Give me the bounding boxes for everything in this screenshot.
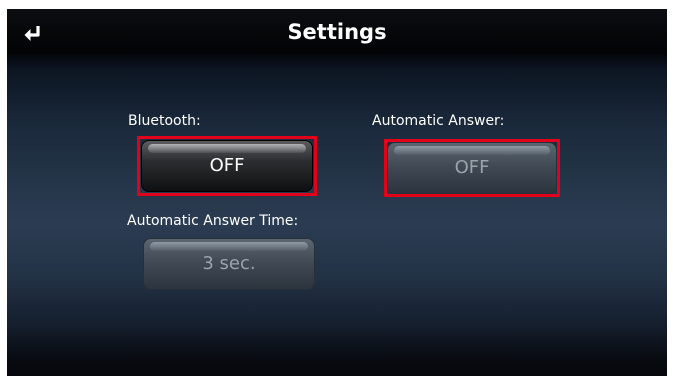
automatic-answer-time-label: Automatic Answer Time: bbox=[127, 213, 299, 229]
automatic-answer-time-button[interactable]: 3 sec. bbox=[143, 238, 315, 290]
bluetooth-label: Bluetooth: bbox=[128, 113, 201, 129]
bluetooth-highlight-box bbox=[137, 136, 317, 196]
settings-screen: Settings Bluetooth: OFF Automatic Answer… bbox=[7, 9, 667, 376]
page-title: Settings bbox=[287, 20, 387, 44]
automatic-answer-label: Automatic Answer: bbox=[372, 113, 505, 129]
title-bar: Settings bbox=[7, 9, 667, 55]
automatic-answer-highlight-box bbox=[384, 139, 560, 197]
automatic-answer-time-value: 3 sec. bbox=[202, 253, 256, 274]
button-gloss bbox=[150, 242, 308, 251]
